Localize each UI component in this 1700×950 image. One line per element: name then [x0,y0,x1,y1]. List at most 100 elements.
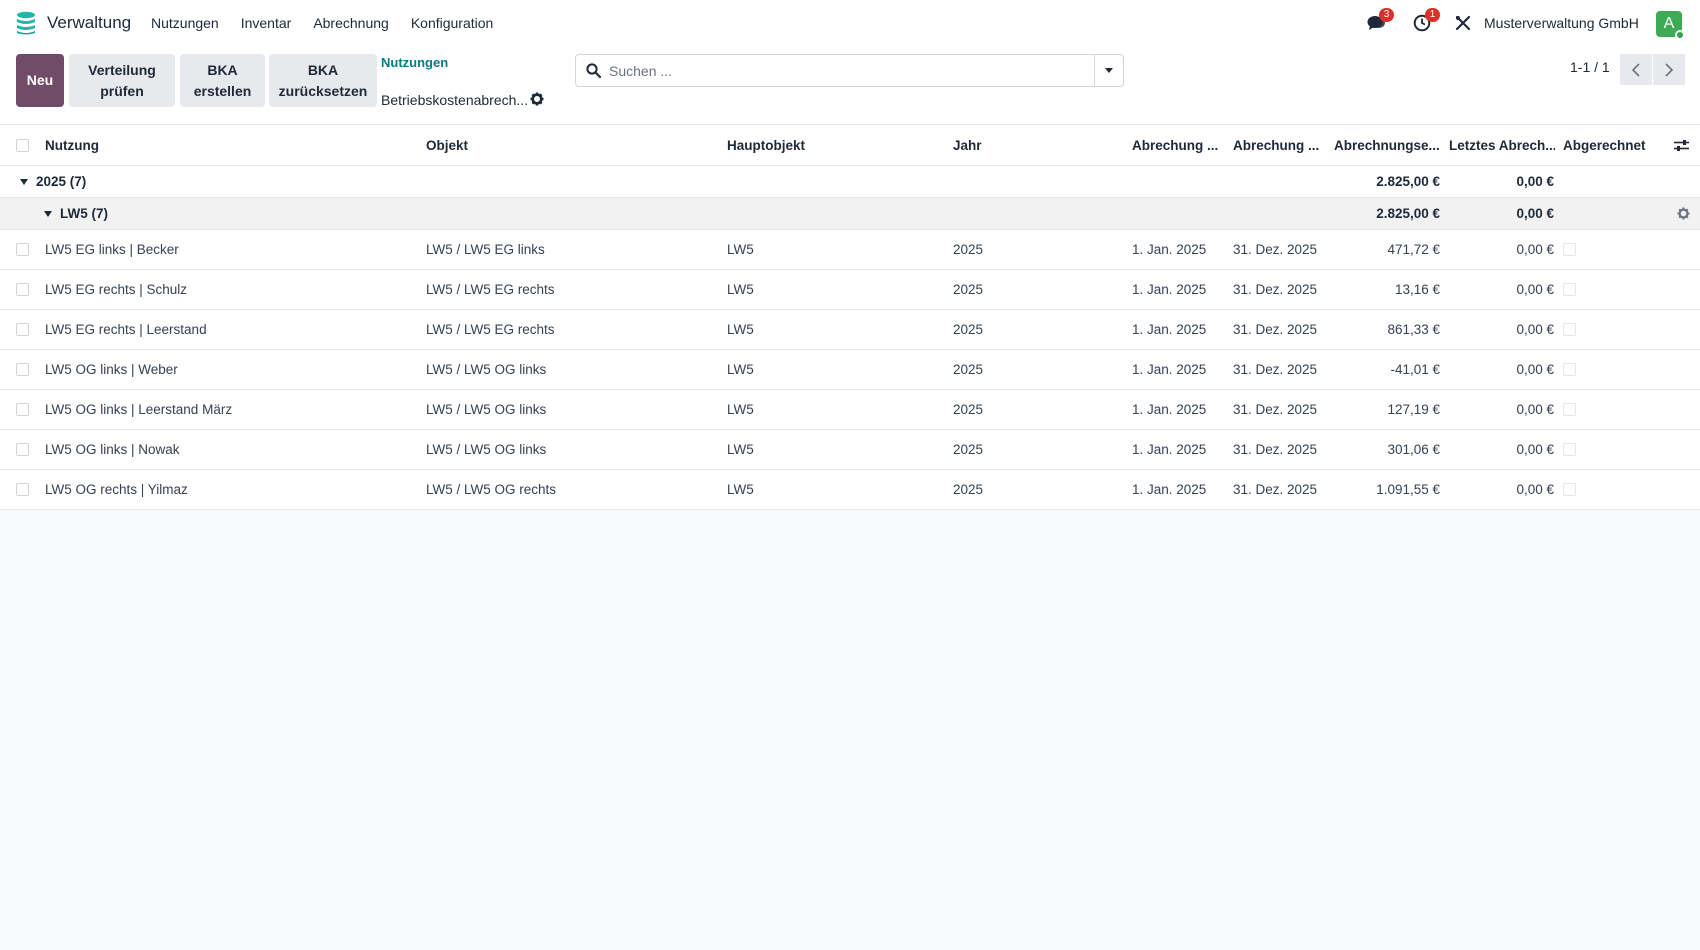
cell-abrechnung-end: 31. Dez. 2025 [1233,322,1318,337]
table-row[interactable]: LW5 EG links | Becker LW5 / LW5 EG links… [0,230,1700,270]
table-row[interactable]: LW5 EG rechts | Schulz LW5 / LW5 EG rech… [0,270,1700,310]
cell-jahr: 2025 [953,282,984,297]
row-checkbox[interactable] [16,390,32,429]
menu-item-inventar[interactable]: Inventar [241,15,292,31]
pager-previous-button[interactable] [1620,54,1652,85]
column-header-jahr[interactable]: Jahr [953,125,1123,165]
cell-objekt: LW5 / LW5 EG rechts [426,282,555,297]
control-panel: Neu Verteilung prüfen BKA erstellen BKA … [0,46,1700,125]
abgerechnet-checkbox[interactable] [1563,470,1579,509]
cell-hauptobjekt: LW5 [727,402,754,417]
table-row[interactable]: LW5 EG rechts | Leerstand LW5 / LW5 EG r… [0,310,1700,350]
cell-hauptobjekt: LW5 [727,482,754,497]
group-saldo: 2.825,00 € [1376,174,1440,189]
cell-letztes-abrechnung: 0,00 € [1516,442,1554,457]
cell-letztes-abrechnung: 0,00 € [1516,322,1554,337]
cell-abrechnungssaldo: 861,33 € [1387,322,1440,337]
cell-abrechnungssaldo: 471,72 € [1387,242,1440,257]
caret-down-icon [20,178,28,185]
menu-item-abrechnung[interactable]: Abrechnung [313,15,389,31]
new-button[interactable]: Neu [16,54,64,107]
column-header-abrechnung-end[interactable]: Abrechung ... [1233,125,1325,165]
data-rows: LW5 EG links | Becker LW5 / LW5 EG links… [0,230,1700,510]
search-bar [575,54,1124,87]
check-distribution-button[interactable]: Verteilung prüfen [69,54,175,107]
cell-objekt: LW5 / LW5 OG links [426,362,547,377]
cell-letztes-abrechnung: 0,00 € [1516,362,1554,377]
group-label: 2025 (7) [36,174,87,189]
abgerechnet-checkbox[interactable] [1563,270,1579,309]
column-header-abrechnungssaldo[interactable]: Abrechnungse... [1334,125,1440,165]
gear-icon[interactable] [530,92,544,110]
column-header-objekt[interactable]: Objekt [426,125,716,165]
group-saldo: 2.825,00 € [1376,206,1440,221]
activities-button[interactable]: 1 [1413,0,1440,46]
abgerechnet-checkbox[interactable] [1563,230,1579,269]
list-view: Nutzung Objekt Hauptobjekt Jahr Abrechun… [0,125,1700,510]
cell-hauptobjekt: LW5 [727,442,754,457]
app-name[interactable]: Verwaltung [47,13,131,33]
column-header-abrechnung-start[interactable]: Abrechung ... [1132,125,1224,165]
cell-objekt: LW5 / LW5 EG links [426,242,545,257]
table-row[interactable]: LW5 OG links | Weber LW5 / LW5 OG links … [0,350,1700,390]
cell-abrechnung-end: 31. Dez. 2025 [1233,402,1318,417]
search-icon [586,63,601,78]
group-row-object[interactable]: LW5 (7) 2.825,00 € 0,00 € [0,198,1700,230]
group-label: LW5 (7) [60,206,109,221]
breadcrumb-parent-link[interactable]: Nutzungen [381,55,448,70]
row-checkbox[interactable] [16,430,32,469]
reset-bka-button[interactable]: BKA zurücksetzen [269,54,377,107]
cell-abrechnungssaldo: 127,19 € [1387,402,1440,417]
user-avatar[interactable]: A [1656,11,1685,40]
column-header-nutzung[interactable]: Nutzung [45,125,415,165]
cell-jahr: 2025 [953,242,984,257]
pager-value[interactable]: 1-1 / 1 [1570,59,1610,75]
optional-columns-icon[interactable] [1674,125,1692,165]
messages-button[interactable]: 3 [1367,0,1394,46]
table-row[interactable]: LW5 OG rechts | Yilmaz LW5 / LW5 OG rech… [0,470,1700,510]
abgerechnet-checkbox[interactable] [1563,350,1579,389]
cell-abrechnung-end: 31. Dez. 2025 [1233,442,1318,457]
debug-tools-button[interactable] [1455,0,1471,46]
row-checkbox[interactable] [16,350,32,389]
cell-jahr: 2025 [953,402,984,417]
select-all-checkbox[interactable] [16,125,32,165]
menu-item-nutzungen[interactable]: Nutzungen [151,15,219,31]
abgerechnet-checkbox[interactable] [1563,430,1579,469]
row-checkbox[interactable] [16,270,32,309]
cell-letztes-abrechnung: 0,00 € [1516,402,1554,417]
column-header-abgerechnet[interactable]: Abgerechnet [1563,125,1667,165]
search-options-toggle[interactable] [1094,55,1123,86]
cell-jahr: 2025 [953,442,984,457]
abgerechnet-checkbox[interactable] [1563,310,1579,349]
app-logo-icon[interactable] [15,11,37,35]
column-header-hauptobjekt[interactable]: Hauptobjekt [727,125,942,165]
abgerechnet-checkbox[interactable] [1563,390,1579,429]
group-gear-icon[interactable] [1677,198,1691,229]
group-last: 0,00 € [1516,206,1554,221]
menu-item-konfiguration[interactable]: Konfiguration [411,15,494,31]
pager-next-button[interactable] [1653,54,1685,85]
table-row[interactable]: LW5 OG links | Nowak LW5 / LW5 OG links … [0,430,1700,470]
cell-jahr: 2025 [953,322,984,337]
cell-nutzung: LW5 OG rechts | Yilmaz [45,482,188,497]
cell-abrechnungssaldo: 1.091,55 € [1376,482,1440,497]
table-header: Nutzung Objekt Hauptobjekt Jahr Abrechun… [0,125,1700,166]
column-header-letztes-abrechnung[interactable]: Letztes Abrech... [1449,125,1555,165]
cell-nutzung: LW5 EG links | Becker [45,242,179,257]
cell-nutzung: LW5 OG links | Leerstand März [45,402,233,417]
cell-abrechnung-start: 1. Jan. 2025 [1132,282,1207,297]
row-checkbox[interactable] [16,310,32,349]
cell-objekt: LW5 / LW5 OG links [426,402,547,417]
create-bka-button[interactable]: BKA erstellen [180,54,265,107]
company-switcher[interactable]: Musterverwaltung GmbH [1484,15,1639,31]
search-input[interactable] [609,61,1079,81]
row-checkbox[interactable] [16,230,32,269]
row-checkbox[interactable] [16,470,32,509]
messages-badge: 3 [1379,8,1394,22]
group-row-year[interactable]: 2025 (7) 2.825,00 € 0,00 € [0,166,1700,198]
cell-objekt: LW5 / LW5 OG links [426,442,547,457]
cell-nutzung: LW5 OG links | Nowak [45,442,180,457]
cell-abrechnungssaldo: -41,01 € [1390,362,1440,377]
table-row[interactable]: LW5 OG links | Leerstand März LW5 / LW5 … [0,390,1700,430]
